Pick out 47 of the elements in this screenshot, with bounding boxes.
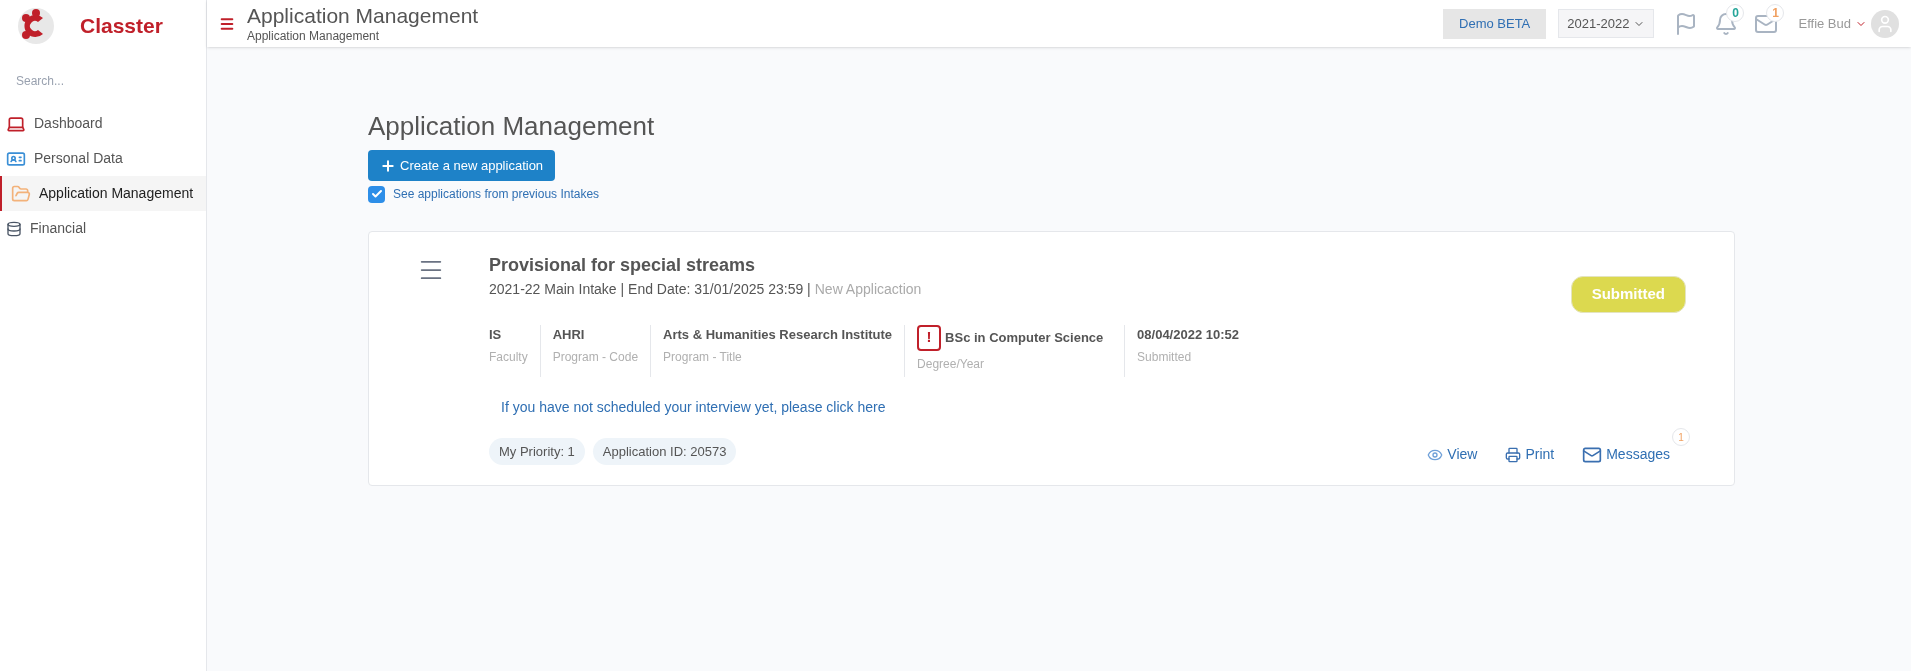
coins-icon: [6, 220, 22, 237]
checkbox-label[interactable]: See applications from previous Intakes: [393, 185, 600, 203]
year-select[interactable]: 2021-2022: [1558, 9, 1655, 38]
user-name[interactable]: Effie Bud: [1798, 13, 1851, 34]
sidebar-item[interactable]: Personal Data: [0, 141, 206, 176]
menu-icon[interactable]: [219, 15, 235, 32]
environment-button[interactable]: Demo BETA: [1443, 8, 1547, 39]
info-tag: Application ID: 20573: [592, 437, 737, 465]
breadcrumb: Application Management: [247, 29, 381, 45]
field-value: IS: [489, 325, 502, 344]
notification-badge: 0: [1726, 3, 1745, 22]
warning-icon: !: [917, 324, 942, 351]
application-title: Provisional for special streams: [489, 254, 757, 277]
page-title: Application Management: [368, 110, 655, 143]
field-label: Program - Code: [552, 349, 639, 366]
checkbox[interactable]: [368, 185, 385, 203]
field-value: Arts & Humanities Research Institute: [663, 325, 893, 344]
field-value: 08/04/2022 10:52: [1137, 325, 1239, 344]
interview-link[interactable]: If you have not scheduled your interview yet, please click here: [501, 396, 1686, 418]
create-application-button[interactable]: Create a new application: [368, 150, 556, 181]
brand-name: Classter: [80, 13, 163, 40]
field-label: Program - Title: [663, 349, 743, 366]
search-field[interactable]: Search...: [16, 72, 190, 90]
field-label: Degree/Year: [917, 355, 985, 373]
info-tag: My Priority: 1: [489, 437, 585, 465]
action-link[interactable]: View: [1427, 444, 1478, 465]
sidebar-item[interactable]: Financial: [0, 211, 206, 246]
sidebar-item[interactable]: Application Management: [0, 176, 206, 211]
sidebar-item[interactable]: Dashboard: [0, 106, 206, 141]
action-link[interactable]: Messages: [1582, 444, 1670, 465]
field-value: AHRI: [552, 325, 585, 344]
check-icon: [370, 188, 383, 200]
avatar[interactable]: [1871, 9, 1899, 38]
count-badge: 1: [1672, 428, 1690, 446]
plus-icon: [380, 157, 396, 174]
field-value: BSc in Computer Science: [945, 328, 1104, 347]
folder-icon: [11, 183, 31, 204]
application-meta: 2021-22 Main Intake | End Date: 31/01/2025 23:59 |: [489, 280, 811, 299]
field-label: Faculty: [489, 349, 528, 366]
printer-icon: [1505, 446, 1522, 463]
brand-logo-icon: [16, 6, 56, 46]
action-link[interactable]: Print: [1505, 444, 1555, 465]
field-label: Submitted: [1137, 349, 1193, 366]
notification-badge: 1: [1766, 3, 1785, 22]
status-badge: Submitted: [1570, 276, 1686, 313]
header-title: Application Management: [247, 2, 479, 29]
application-type: New Applicaction: [814, 280, 922, 299]
